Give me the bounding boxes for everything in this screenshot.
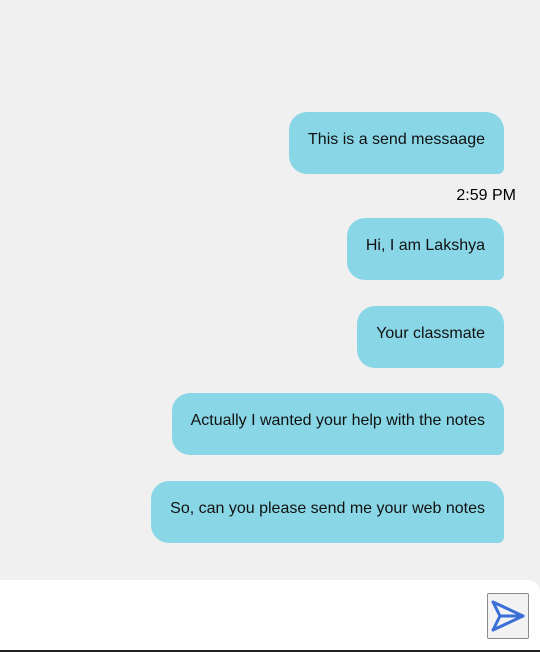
- message-composer: [0, 580, 540, 652]
- message-input[interactable]: [0, 580, 480, 650]
- chat-area: This is a send messaage 2:59 PM Hi, I am…: [0, 0, 540, 580]
- send-icon: [491, 600, 525, 632]
- message-timestamp: 2:59 PM: [456, 187, 516, 204]
- message-bubble: Actually I wanted your help with the not…: [171, 393, 504, 455]
- message-bubble: Your classmate: [357, 306, 504, 368]
- message-bubble: This is a send messaage: [289, 112, 504, 174]
- send-button[interactable]: [487, 593, 529, 639]
- message-bubble: Hi, I am Lakshya: [346, 218, 504, 280]
- message-bubble: So, can you please send me your web note…: [151, 481, 504, 543]
